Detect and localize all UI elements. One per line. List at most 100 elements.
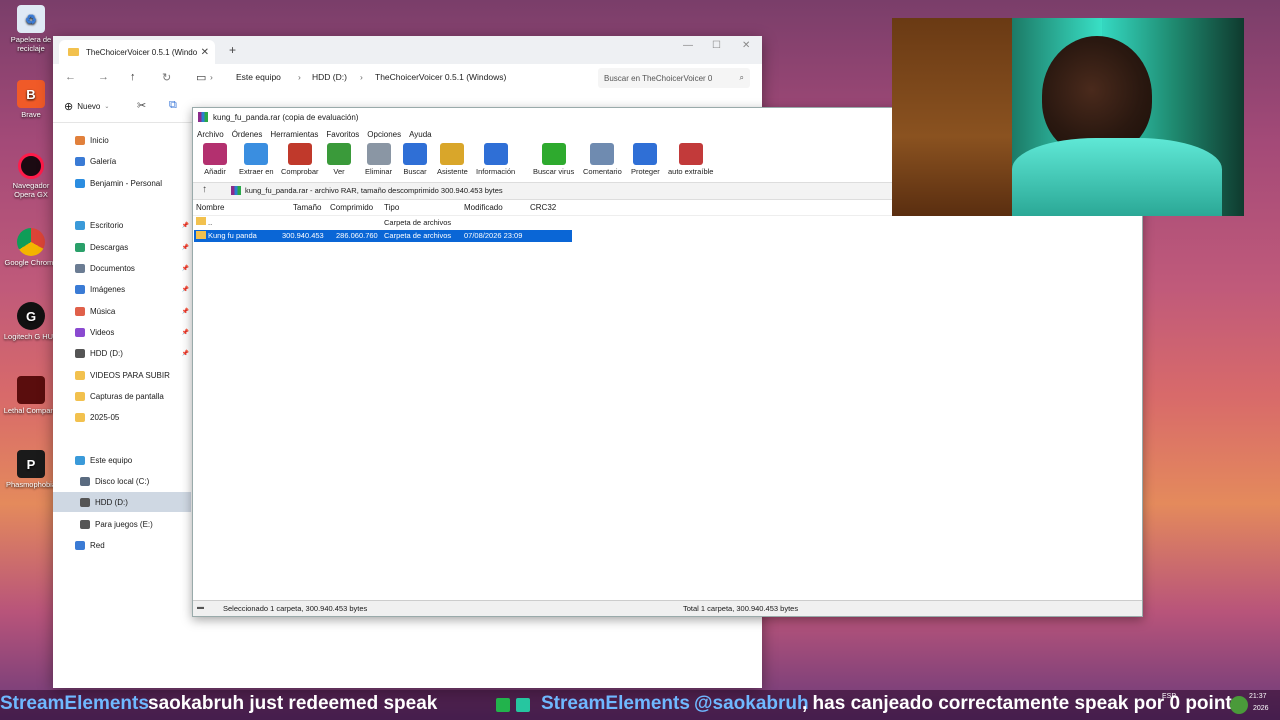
cut-icon[interactable]: ✂ xyxy=(137,99,146,112)
file-row-selected[interactable]: Kung fu panda 300.940.453 286.060.760 Ca… xyxy=(194,230,572,242)
taskbar-app-icon[interactable] xyxy=(516,698,530,712)
refresh-icon[interactable]: ↻ xyxy=(162,71,171,84)
new-button[interactable]: ⊕ Nuevo ⌄ xyxy=(64,100,109,113)
sidebar-item-icon xyxy=(75,156,85,166)
copy-icon[interactable]: ⧉ xyxy=(169,99,177,112)
explorer-address-bar: ← → ↑ ↻ ▭ › Este equipo › HDD (D:) › The… xyxy=(53,64,762,92)
minimize-button[interactable]: — xyxy=(683,40,693,51)
sidebar-item[interactable]: Inicio xyxy=(53,130,191,150)
sidebar-item[interactable]: Disco local (C:) xyxy=(53,471,191,491)
explorer-search-input[interactable]: Buscar en TheChoicerVoicer 0 ⌕ xyxy=(598,68,750,88)
breadcrumb-este-equipo[interactable]: Este equipo xyxy=(236,72,281,82)
sidebar-item[interactable]: Imágenes 📌 xyxy=(53,279,191,299)
toolbar-button-label: Buscar xyxy=(403,167,427,176)
toolbar-button[interactable]: Información xyxy=(476,143,515,176)
sidebar-item[interactable]: Red xyxy=(53,535,191,555)
desktop-icon-label: Logitech G HUB xyxy=(3,332,59,341)
back-arrow-icon[interactable]: ← xyxy=(65,71,76,83)
ticker-user-right: StreamElements xyxy=(541,693,690,714)
toolbar-button[interactable]: auto extraíble xyxy=(668,143,713,176)
chrome-icon xyxy=(17,228,45,256)
desktop-icon-logitech[interactable]: G Logitech G HUB xyxy=(2,302,60,341)
door-background xyxy=(892,18,1012,216)
opera-gx-icon xyxy=(18,153,44,179)
file-name: Kung fu panda xyxy=(208,231,257,240)
sidebar-item-icon xyxy=(75,455,85,465)
menu-opciones[interactable]: Opciones xyxy=(367,130,401,139)
desktop-icon-phasmophobia[interactable]: P Phasmophobia xyxy=(2,450,60,489)
sidebar-item[interactable]: Capturas de pantalla xyxy=(53,386,191,406)
desktop-icon-brave[interactable]: B Brave xyxy=(2,80,60,119)
folder-icon xyxy=(196,217,206,225)
toolbar-button[interactable]: Ver xyxy=(327,143,351,176)
new-tab-button[interactable]: + xyxy=(229,43,236,57)
toolbar-button[interactable]: Comentario xyxy=(583,143,622,176)
column-modificado[interactable]: Modificado xyxy=(464,203,503,212)
sidebar-item[interactable]: VIDEOS PARA SUBIR xyxy=(53,365,191,385)
toolbar-button[interactable]: Añadir xyxy=(203,143,227,176)
forward-arrow-icon[interactable]: → xyxy=(98,71,109,83)
explorer-tab-title: TheChoicerVoicer 0.5.1 (Windo xyxy=(86,47,198,57)
breadcrumb-folder[interactable]: TheChoicerVoicer 0.5.1 (Windows) xyxy=(375,72,506,82)
sidebar-item[interactable]: Música 📌 xyxy=(53,301,191,321)
desktop-icon-opera-gx[interactable]: Navegador Opera GX xyxy=(2,153,60,199)
sidebar-item[interactable]: Descargas 📌 xyxy=(53,237,191,257)
sidebar-item[interactable]: Este equipo xyxy=(53,450,191,470)
explorer-sidebar: Inicio Galería Benjamin - Personal Escritor… xyxy=(53,122,191,688)
taskbar-app-icon[interactable] xyxy=(496,698,510,712)
clock-time[interactable]: 21:37 xyxy=(1249,693,1267,700)
toolbar-button[interactable]: Proteger xyxy=(631,143,660,176)
sidebar-item-icon xyxy=(75,391,85,401)
sidebar-item[interactable]: Videos 📌 xyxy=(53,322,191,342)
close-tab-icon[interactable]: ✕ xyxy=(201,47,209,58)
menu-ayuda[interactable]: Ayuda xyxy=(409,130,432,139)
sidebar-item[interactable]: Escritorio 📌 xyxy=(53,215,191,235)
search-icon: ⌕ xyxy=(739,73,744,82)
toolbar-button[interactable]: Buscar virus xyxy=(533,143,574,176)
toolbar-button-icon xyxy=(287,143,312,165)
menu-ordenes[interactable]: Órdenes xyxy=(232,130,263,139)
up-arrow-icon[interactable]: ↑ xyxy=(202,184,207,195)
toolbar-button-icon xyxy=(203,143,227,165)
menu-herramientas[interactable]: Herramientas xyxy=(270,130,318,139)
pin-icon: 📌 xyxy=(181,265,189,272)
up-arrow-icon[interactable]: ↑ xyxy=(130,71,136,83)
sidebar-item-label: VIDEOS PARA SUBIR xyxy=(90,370,170,380)
menu-archivo[interactable]: Archivo xyxy=(197,130,224,139)
breadcrumb-hdd[interactable]: HDD (D:) xyxy=(312,72,347,82)
column-comprimido[interactable]: Comprimido xyxy=(330,203,373,212)
toolbar-button[interactable]: Comprobar xyxy=(281,143,319,176)
menu-favoritos[interactable]: Favoritos xyxy=(326,130,359,139)
sidebar-item[interactable]: Galería xyxy=(53,151,191,171)
toolbar-button-label: auto extraíble xyxy=(668,167,714,176)
file-type: Carpeta de archivos xyxy=(384,231,452,240)
desktop-icon-lethal-company[interactable]: Lethal Company xyxy=(2,376,60,415)
sidebar-item[interactable]: Para juegos (E:) xyxy=(53,514,191,534)
column-tamano[interactable]: Tamaño xyxy=(293,203,321,212)
toolbar-button[interactable]: Buscar xyxy=(403,143,427,176)
file-row-parent[interactable]: .. Carpeta de archivos xyxy=(194,217,572,229)
sidebar-item[interactable]: HDD (D:) xyxy=(53,492,191,512)
sidebar-item[interactable]: Documentos 📌 xyxy=(53,258,191,278)
column-crc32[interactable]: CRC32 xyxy=(530,203,556,212)
sidebar-item-label: Música xyxy=(90,306,116,316)
sidebar-item[interactable]: Benjamin - Personal xyxy=(53,173,191,193)
explorer-tab[interactable]: TheChoicerVoicer 0.5.1 (Windo ✕ xyxy=(59,40,215,64)
column-tipo[interactable]: Tipo xyxy=(384,203,399,212)
sidebar-item-icon xyxy=(75,327,85,337)
close-window-button[interactable]: ✕ xyxy=(742,40,750,51)
sidebar-item[interactable]: 2025-05 xyxy=(53,407,191,427)
desktop-icon-recycle-bin[interactable]: ♻ Papelera de reciclaje xyxy=(2,5,60,53)
toolbar-button-icon xyxy=(590,143,615,165)
column-nombre[interactable]: Nombre xyxy=(196,203,224,212)
new-button-label: Nuevo xyxy=(77,102,101,111)
language-indicator[interactable]: ESP xyxy=(1162,693,1176,700)
toolbar-button[interactable]: Extraer en xyxy=(239,143,274,176)
toolbar-button-label: Eliminar xyxy=(365,167,393,176)
toolbar-button[interactable]: Asistente xyxy=(437,143,468,176)
desktop-icon-chrome[interactable]: Google Chrome xyxy=(2,228,60,267)
toolbar-button[interactable]: Eliminar xyxy=(365,143,392,176)
maximize-button[interactable]: ☐ xyxy=(712,40,721,51)
sidebar-item[interactable]: HDD (D:) 📌 xyxy=(53,343,191,363)
sidebar-item-label: Documentos xyxy=(90,263,135,273)
